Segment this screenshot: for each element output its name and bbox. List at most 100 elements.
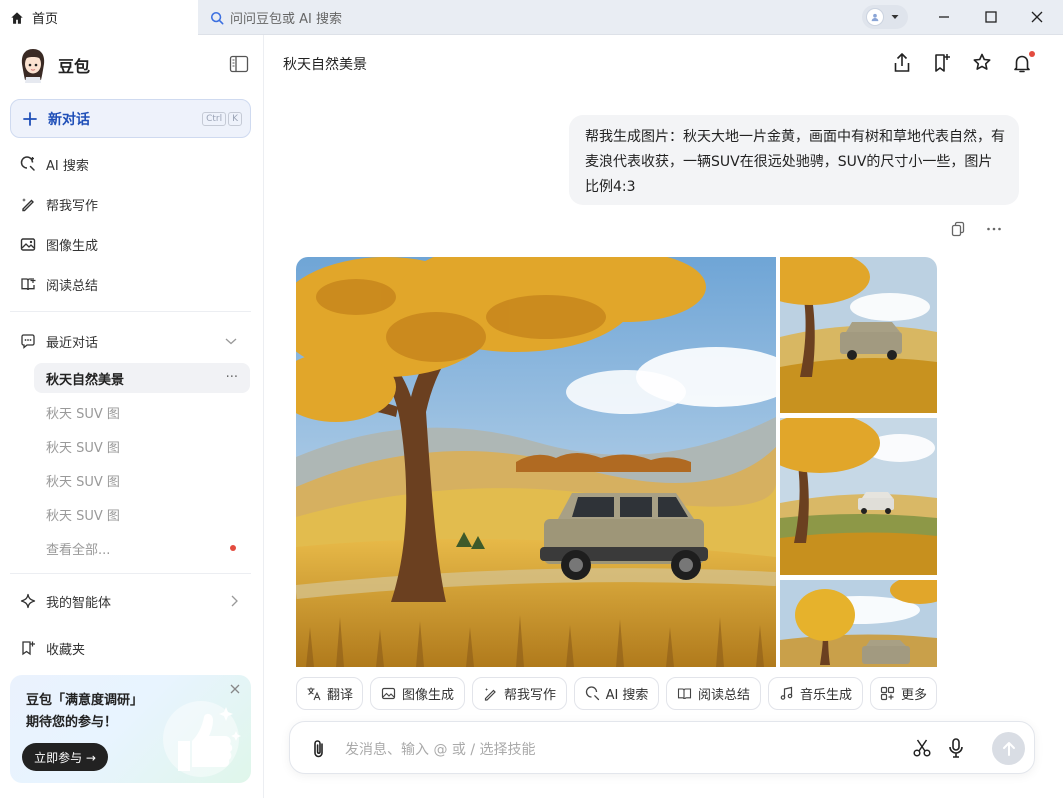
bookmark-icon bbox=[20, 640, 36, 656]
book-icon bbox=[20, 276, 36, 292]
sidebar-item-label: 帮我写作 bbox=[46, 198, 99, 214]
chip-label: 阅读总结 bbox=[697, 688, 750, 703]
sidebar-item-label: 收藏夹 bbox=[46, 642, 86, 658]
recent-chat-title: 秋天 SUV 图 bbox=[46, 508, 120, 524]
chip-translate[interactable]: 翻译 bbox=[296, 677, 363, 710]
chip-label: 音乐生成 bbox=[799, 688, 852, 703]
ai-search-icon bbox=[585, 686, 600, 701]
chip-reading[interactable]: 阅读总结 bbox=[666, 677, 761, 710]
chip-music-gen[interactable]: 音乐生成 bbox=[768, 677, 863, 710]
minimize-icon[interactable] bbox=[935, 8, 953, 26]
new-chat-label: 新对话 bbox=[48, 111, 90, 128]
sidebar-item-label: 阅读总结 bbox=[46, 278, 99, 294]
shortcut-key: K bbox=[228, 112, 242, 126]
chat-bubble-icon bbox=[20, 333, 36, 349]
ai-search-icon bbox=[210, 11, 224, 25]
generated-image-main[interactable] bbox=[296, 257, 776, 667]
image-icon bbox=[381, 686, 396, 701]
sidebar: 豆包 新对话 Ctrl K AI 搜索 帮我写作 图像生成 阅读总结 最近对话 … bbox=[0, 35, 264, 798]
shortcut-key: Ctrl bbox=[202, 112, 227, 126]
sidebar-item-label: 我的智能体 bbox=[46, 595, 112, 611]
message-input-box[interactable]: 发消息、输入 @ 或 / 选择技能 bbox=[289, 721, 1035, 774]
recent-chat-title: 秋天 SUV 图 bbox=[46, 474, 120, 490]
recent-chat-item[interactable]: 秋天自然美景 ··· bbox=[34, 363, 250, 393]
scissors-icon[interactable] bbox=[912, 738, 932, 758]
sidebar-item-label: 图像生成 bbox=[46, 238, 99, 254]
tab-search[interactable]: 问问豆包或 AI 搜索 bbox=[198, 0, 618, 35]
generated-image-thumb[interactable] bbox=[780, 257, 937, 413]
user-message: 帮我生成图片：秋天大地一片金黄，画面中有树和草地代表自然，有麦浪代表收获，一辆S… bbox=[569, 115, 1019, 205]
chip-writing[interactable]: 帮我写作 bbox=[472, 677, 567, 710]
chevron-down-icon bbox=[224, 335, 238, 347]
close-icon[interactable] bbox=[229, 683, 241, 695]
share-icon[interactable] bbox=[892, 52, 912, 74]
recent-chat-item[interactable]: 秋天 SUV 图 bbox=[34, 431, 250, 461]
more-options-icon[interactable]: ··· bbox=[226, 370, 238, 385]
recent-chats-header[interactable]: 最近对话 bbox=[10, 323, 251, 359]
bookmark-add-icon[interactable] bbox=[932, 52, 952, 74]
generated-image-thumb[interactable] bbox=[780, 418, 937, 575]
divider bbox=[10, 311, 251, 312]
account-switcher[interactable] bbox=[862, 5, 908, 29]
tab-search-label: 问问豆包或 AI 搜索 bbox=[230, 12, 342, 27]
recent-chats-label: 最近对话 bbox=[46, 335, 99, 351]
close-icon[interactable] bbox=[1028, 8, 1046, 26]
shortcut-hint: Ctrl K bbox=[202, 112, 242, 126]
notification-dot bbox=[230, 545, 236, 551]
chip-ai-search[interactable]: AI 搜索 bbox=[574, 677, 659, 710]
page-title: 秋天自然美景 bbox=[283, 57, 367, 73]
chip-image-gen[interactable]: 图像生成 bbox=[370, 677, 465, 710]
tab-home-label: 首页 bbox=[32, 12, 59, 27]
new-chat-button[interactable]: 新对话 Ctrl K bbox=[10, 99, 251, 138]
view-all-label: 查看全部... bbox=[46, 542, 111, 558]
notification-dot bbox=[1029, 51, 1035, 57]
sidebar-item-writing[interactable]: 帮我写作 bbox=[10, 186, 251, 222]
message-input[interactable]: 发消息、输入 @ 或 / 选择技能 bbox=[345, 739, 536, 759]
ai-search-icon bbox=[20, 156, 36, 172]
sidebar-item-label: AI 搜索 bbox=[46, 158, 89, 174]
chevron-right-icon bbox=[229, 594, 239, 608]
tab-home[interactable]: 首页 bbox=[0, 0, 198, 35]
survey-join-button[interactable]: 立即参与 → bbox=[22, 743, 108, 771]
recent-chat-item[interactable]: 秋天 SUV 图 bbox=[34, 465, 250, 495]
grid-icon bbox=[880, 686, 895, 701]
more-options-icon[interactable] bbox=[986, 225, 1002, 233]
sidebar-item-agents[interactable]: 我的智能体 bbox=[10, 583, 251, 619]
chip-more[interactable]: 更多 bbox=[870, 677, 937, 710]
send-button[interactable] bbox=[992, 732, 1025, 765]
brand[interactable]: 豆包 bbox=[18, 47, 90, 83]
account-avatar bbox=[866, 8, 884, 26]
chip-label: AI 搜索 bbox=[605, 688, 649, 703]
sidebar-item-image-gen[interactable]: 图像生成 bbox=[10, 226, 251, 262]
recent-chat-item[interactable]: 秋天 SUV 图 bbox=[34, 499, 250, 529]
view-all-link[interactable]: 查看全部... bbox=[34, 533, 250, 563]
recent-chat-title: 秋天 SUV 图 bbox=[46, 440, 120, 456]
survey-card: 豆包「满意度调研」 期待您的参与！ 立即参与 → bbox=[10, 675, 251, 783]
thumbs-up-illustration bbox=[163, 701, 241, 777]
recent-chat-title: 秋天 SUV 图 bbox=[46, 406, 120, 422]
home-icon bbox=[10, 11, 24, 25]
copy-icon[interactable] bbox=[951, 221, 965, 237]
sidebar-toggle-icon[interactable] bbox=[229, 55, 249, 73]
image-icon bbox=[20, 236, 36, 252]
maximize-icon[interactable] bbox=[982, 8, 1000, 26]
recent-chat-title: 秋天自然美景 bbox=[46, 372, 125, 388]
pen-icon bbox=[20, 196, 36, 212]
sidebar-item-ai-search[interactable]: AI 搜索 bbox=[10, 146, 251, 182]
chip-label: 翻译 bbox=[326, 688, 353, 703]
generated-image-thumb[interactable] bbox=[780, 580, 937, 667]
translate-icon bbox=[306, 686, 321, 701]
star-icon[interactable] bbox=[972, 52, 992, 74]
recent-chat-item[interactable]: 秋天 SUV 图 bbox=[34, 397, 250, 427]
title-bar: 首页 问问豆包或 AI 搜索 bbox=[0, 0, 1063, 35]
sidebar-item-reading[interactable]: 阅读总结 bbox=[10, 266, 251, 302]
chip-label: 图像生成 bbox=[401, 688, 454, 703]
microphone-icon[interactable] bbox=[947, 737, 965, 759]
chip-label: 更多 bbox=[900, 688, 927, 703]
brand-name: 豆包 bbox=[58, 57, 91, 76]
paperclip-icon[interactable] bbox=[310, 739, 328, 759]
chat-main: 秋天自然美景 帮我生成图片：秋天大地一片金黄，画面中有树和草地代表自然，有麦浪代… bbox=[265, 35, 1063, 798]
sidebar-item-favorites[interactable]: 收藏夹 bbox=[10, 630, 251, 666]
divider bbox=[10, 573, 251, 574]
pen-icon bbox=[483, 686, 498, 701]
